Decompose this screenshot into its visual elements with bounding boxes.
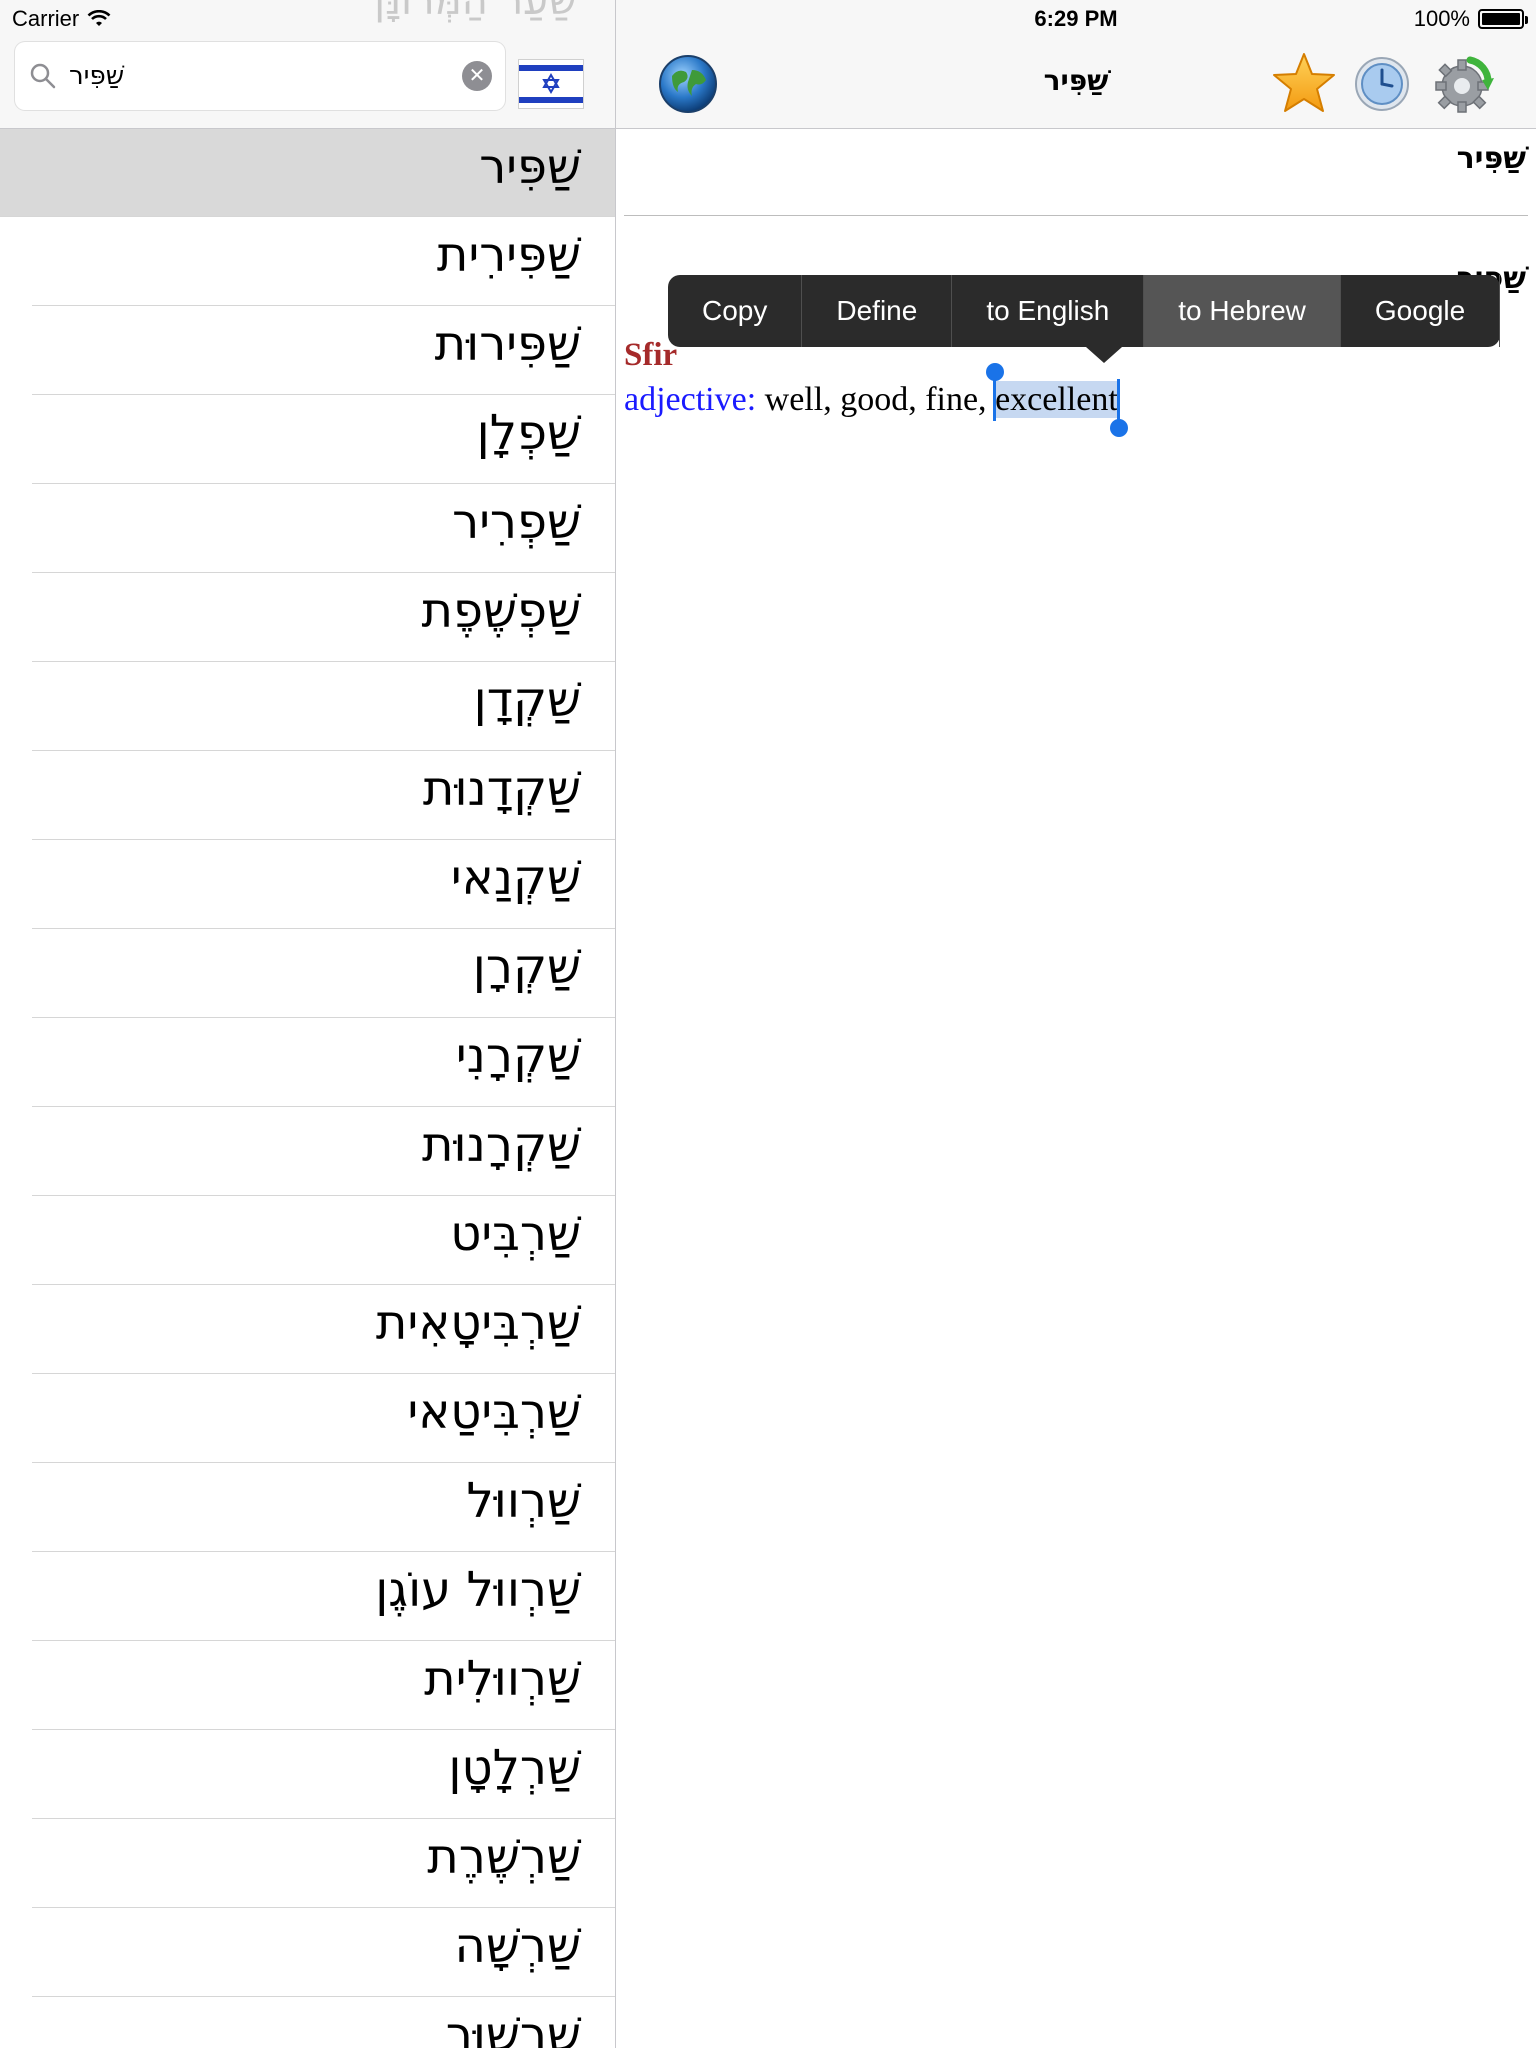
selection-end-knob[interactable] (1109, 419, 1128, 437)
word-list-item-label: שַׁרְבִּיטַאי (407, 1384, 581, 1440)
menu-pointer (1086, 347, 1122, 363)
word-list-item-label: שַׁקְרָנוּת (422, 1117, 581, 1173)
entry-word: שַׁפִּיר (1456, 141, 1526, 176)
word-list-item[interactable]: שַׁפִּירִית (32, 217, 615, 306)
word-list-item-label: שַׁפִּיר (479, 139, 581, 195)
selection-start-knob[interactable] (986, 363, 1005, 381)
favorite-button[interactable] (1272, 52, 1336, 119)
status-time: 6:29 PM (1034, 6, 1118, 31)
status-battery: 100% (1413, 6, 1528, 32)
word-list-item[interactable]: שַׁרְווּל (32, 1463, 615, 1552)
definition-content: שַׁפִּיר שַׁפִּיר Sfir adjective: well, … (616, 129, 1536, 2048)
word-list-pane: שַׁעַר הַמְּרוּנָּן Carrier ✕ (0, 0, 616, 2048)
detail-header: 6:29 PM 100% שַׁפִּיר (616, 0, 1536, 129)
word-list-item-label: שַׁפְלָן (476, 405, 581, 461)
word-list-item-label: שַׁפִּירוּת (434, 316, 581, 372)
ghost-title: שַׁעַר הַמְּרוּנָּן (374, 0, 577, 24)
search-field[interactable]: ✕ (15, 42, 505, 110)
battery-percent: 100% (1413, 6, 1470, 31)
word-list-item[interactable]: שַׁרְווּלִית (32, 1641, 615, 1730)
selected-word[interactable]: excellent (986, 363, 1128, 437)
history-button[interactable] (1354, 56, 1410, 117)
definition-line[interactable]: adjective: well, good, fine, excellent (624, 363, 1128, 437)
word-list-item[interactable]: שַׁקְדָן (32, 662, 615, 751)
word-list-item[interactable]: שַׁקְרָן (32, 929, 615, 1018)
part-of-speech: adjective: (624, 381, 757, 418)
word-list-item[interactable]: שַׁפְרִיר (32, 484, 615, 573)
word-list-item-label: שַׁרְשֶׁרֶת (427, 1829, 581, 1885)
word-list-item-label: שַׁפְרִיר (452, 494, 581, 550)
selection-start-handle[interactable] (986, 363, 1005, 421)
word-list-item-label: שַׁרְווּל (466, 1473, 581, 1529)
word-list-item[interactable]: שַׁקְרָנִי (32, 1018, 615, 1107)
word-list-item[interactable]: שַׁרְשָׁה (32, 1908, 615, 1997)
left-header: שַׁעַר הַמְּרוּנָּן Carrier ✕ (0, 0, 615, 129)
word-list-item-label: שַׁרְבִּיט (450, 1206, 581, 1262)
word-list-item[interactable]: שַׁפִּיר (0, 129, 615, 217)
word-list-item[interactable]: שַׁפְלָן (32, 395, 615, 484)
word-list-item-label: שַׁקְנַאי (450, 850, 581, 906)
word-list-item-label: שַׁקְרָנִי (455, 1028, 581, 1084)
content-divider (624, 215, 1528, 216)
word-list-item[interactable]: שַׁפְשֶׁפֶת (32, 573, 615, 662)
menu-google[interactable]: Google (1341, 275, 1501, 347)
menu-define[interactable]: Define (802, 275, 953, 347)
clock-icon (1355, 57, 1409, 111)
word-list-item-label: שַׁקְרָן (472, 939, 581, 995)
word-list-item-label: שַׁרְשׁוּר (445, 2007, 581, 2048)
word-list-item[interactable]: שַׁרְשֶׁרֶת (32, 1819, 615, 1908)
selected-word-text: excellent (995, 381, 1118, 418)
word-list-item-label: שַׁרְבִּיטָאִית (375, 1295, 581, 1351)
word-list-item[interactable]: שַׁקְנַאי (32, 840, 615, 929)
language-flag-button[interactable] (519, 60, 583, 108)
word-list-item-label: שַׁרְשָׁה (454, 1918, 581, 1974)
word-list-item-label: שַׁפִּירִית (436, 227, 581, 283)
definition-text: well, good, fine, (764, 381, 987, 418)
menu-to-english[interactable]: to English (952, 275, 1145, 347)
status-carrier: Carrier (12, 6, 111, 32)
selection-end-handle[interactable] (1109, 379, 1128, 437)
battery-icon (1478, 9, 1528, 29)
word-list-item[interactable]: שַׁרְבִּיט (32, 1196, 615, 1285)
word-list-item-label: שַׁרְווּל עוֹגֶן (375, 1562, 581, 1618)
word-list-item-label: שַׁקְדָנוּת (422, 761, 581, 817)
israel-flag-icon (519, 60, 583, 108)
word-list: שַׁפִּיר שַׁפִּירִית שַׁפִּירוּת שַׁפְלָן שַ… (0, 129, 615, 2048)
word-list-item-label: שַׁפְשֶׁפֶת (421, 583, 581, 639)
word-list-item[interactable]: שַׁרְבִּיטַאי (32, 1374, 615, 1463)
edit-menu: Copy Define to English to Hebrew Google (668, 275, 1501, 363)
search-input[interactable] (67, 52, 441, 100)
settings-button[interactable] (1430, 52, 1496, 121)
clear-search-icon[interactable]: ✕ (462, 61, 492, 91)
gear-refresh-icon (1435, 56, 1494, 113)
wifi-icon (87, 10, 111, 26)
word-list-item-label: שַׁקְדָן (473, 672, 581, 728)
word-list-item[interactable]: שַׁרְווּל עוֹגֶן (32, 1552, 615, 1641)
carrier-label: Carrier (12, 6, 80, 31)
star-icon (1273, 53, 1335, 112)
word-list-item[interactable]: שַׁרְבִּיטָאִית (32, 1285, 615, 1374)
word-list-item-label: שַׁרְווּלִית (424, 1651, 581, 1707)
word-list-item[interactable]: שַׁרְלָטָן (32, 1730, 615, 1819)
word-list-item[interactable]: שַׁקְרָנוּת (32, 1107, 615, 1196)
menu-copy[interactable]: Copy (668, 275, 803, 347)
search-icon (30, 63, 56, 89)
menu-to-hebrew[interactable]: to Hebrew (1144, 275, 1341, 347)
word-list-item[interactable]: שַׁקְדָנוּת (32, 751, 615, 840)
word-list-item[interactable]: שַׁרְשׁוּר (32, 1997, 615, 2048)
word-list-item-label: שַׁרְלָטָן (448, 1740, 581, 1796)
word-list-item[interactable]: שַׁפִּירוּת (32, 306, 615, 395)
